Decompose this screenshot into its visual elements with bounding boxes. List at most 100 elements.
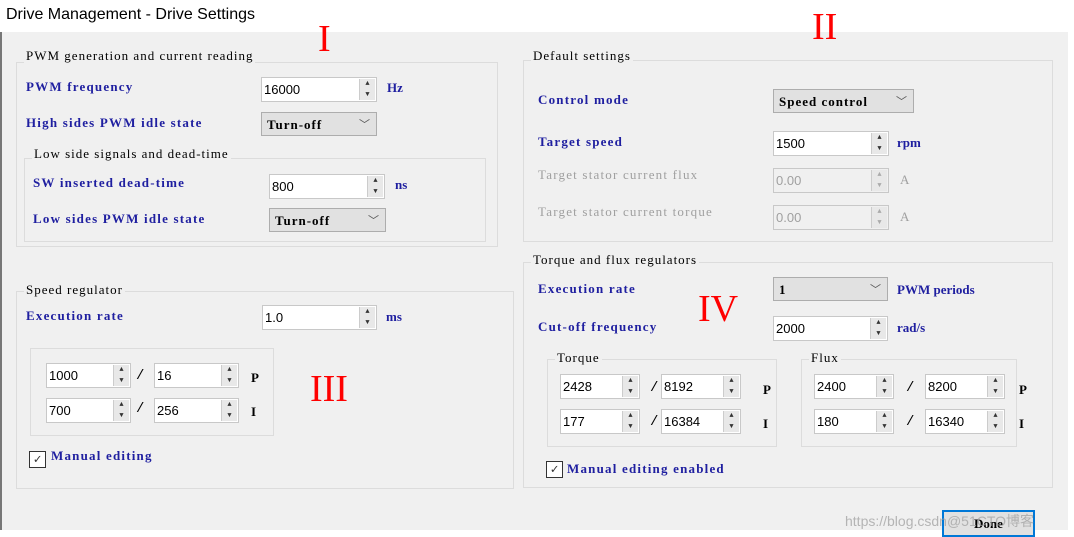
spin-up-icon[interactable]: ▲ (877, 376, 892, 387)
pwm-group-legend: PWM generation and current reading (24, 48, 256, 64)
annotation-three: III (310, 368, 348, 410)
speed-rate-spinbox[interactable]: 1.0 ▲ ▼ (262, 305, 377, 330)
target-speed-unit: rpm (897, 135, 921, 150)
chevron-down-icon: ﹀ (870, 285, 881, 297)
spin-down-icon[interactable]: ▼ (114, 411, 129, 422)
spin-down-icon[interactable]: ▼ (368, 187, 383, 198)
spin-down-icon[interactable]: ▼ (222, 376, 237, 387)
torque-i-numerator[interactable]: 177 ▲ ▼ (560, 409, 640, 434)
cutoff-unit: rad/s (897, 320, 926, 335)
speed-rate-label: Execution rate (26, 308, 125, 323)
slash: / (906, 380, 915, 396)
spin-down-icon[interactable]: ▼ (623, 422, 638, 433)
spin-down-icon[interactable]: ▼ (222, 411, 237, 422)
spin-down-icon[interactable]: ▼ (623, 387, 638, 398)
tf-rate-select[interactable]: 1 ﹀ (773, 277, 888, 301)
spin-up-icon[interactable]: ▲ (988, 376, 1003, 387)
spin-up-icon[interactable]: ▲ (724, 411, 739, 422)
flux-i-numerator[interactable]: 180 ▲ ▼ (814, 409, 894, 434)
spin-up-icon[interactable]: ▲ (871, 318, 886, 329)
dead-time-spinbox[interactable]: 800 ▲ ▼ (269, 174, 385, 199)
torque-p-numerator[interactable]: 2428 ▲ ▼ (560, 374, 640, 399)
bottom-strip (0, 530, 1074, 537)
spin-down-icon[interactable]: ▼ (724, 422, 739, 433)
spin-down-icon[interactable]: ▼ (114, 376, 129, 387)
tf-rate-label: Execution rate (538, 281, 637, 296)
spin-down-icon[interactable]: ▼ (872, 144, 887, 155)
target-torque-label: Target stator current torque (538, 204, 714, 219)
spin-up-icon[interactable]: ▲ (114, 365, 129, 376)
speed-p-numerator[interactable]: 1000 ▲ ▼ (46, 363, 131, 388)
low-side-group-legend: Low side signals and dead-time (32, 146, 231, 162)
spin-up-icon[interactable]: ▲ (872, 133, 887, 144)
tf-manual-checkbox[interactable]: ✓ (546, 461, 563, 478)
speed-manual-label: Manual editing (51, 448, 153, 463)
torque-i-denominator[interactable]: 16384 ▲ ▼ (661, 409, 741, 434)
spin-up-icon[interactable]: ▲ (368, 176, 383, 187)
speed-manual-checkbox[interactable]: ✓ (29, 451, 46, 468)
pwm-frequency-label: PWM frequency (26, 79, 134, 94)
torque-p-denominator[interactable]: 8192 ▲ ▼ (661, 374, 741, 399)
speed-rate-unit: ms (386, 309, 402, 324)
chevron-down-icon: ﹀ (359, 120, 370, 132)
speed-i-denominator[interactable]: 256 ▲ ▼ (154, 398, 239, 423)
speed-regulator-legend: Speed regulator (24, 282, 125, 298)
annotation-one: I (318, 18, 331, 60)
slash: / (136, 368, 145, 384)
target-torque-spinbox: 0.00 ▲ ▼ (773, 205, 889, 230)
pwm-frequency-unit: Hz (387, 80, 403, 95)
speed-p-denominator[interactable]: 16 ▲ ▼ (154, 363, 239, 388)
spin-up-icon[interactable]: ▲ (222, 400, 237, 411)
target-torque-unit: A (900, 209, 910, 224)
annotation-four: IV (698, 288, 739, 330)
slash: / (906, 414, 915, 430)
spin-up-icon[interactable]: ▲ (877, 411, 892, 422)
spin-down-icon[interactable]: ▼ (360, 90, 375, 101)
flux-p-label: P (1019, 382, 1027, 397)
spin-up-icon[interactable]: ▲ (360, 307, 375, 318)
flux-p-denominator[interactable]: 8200 ▲ ▼ (925, 374, 1005, 399)
high-sides-select[interactable]: Turn-off ﹀ (261, 112, 377, 136)
torque-p-label: P (763, 382, 771, 397)
control-mode-select[interactable]: Speed control ﹀ (773, 89, 914, 113)
spin-down-icon[interactable]: ▼ (360, 318, 375, 329)
target-flux-spinbox: 0.00 ▲ ▼ (773, 168, 889, 193)
spin-up-icon[interactable]: ▲ (360, 79, 375, 90)
speed-i-numerator[interactable]: 700 ▲ ▼ (46, 398, 131, 423)
speed-i-label: I (251, 404, 257, 419)
spin-up-icon[interactable]: ▲ (724, 376, 739, 387)
flux-i-denominator[interactable]: 16340 ▲ ▼ (925, 409, 1005, 434)
spin-down-icon[interactable]: ▼ (877, 387, 892, 398)
spin-down-icon: ▼ (877, 182, 882, 190)
spin-up-icon[interactable]: ▲ (988, 411, 1003, 422)
spin-up-icon: ▲ (877, 171, 882, 179)
control-mode-label: Control mode (538, 92, 630, 107)
flux-p-numerator[interactable]: 2400 ▲ ▼ (814, 374, 894, 399)
target-speed-spinbox[interactable]: 1500 ▲ ▼ (773, 131, 889, 156)
flux-legend: Flux (809, 350, 841, 366)
spin-down-icon[interactable]: ▼ (988, 422, 1003, 433)
slash: / (136, 401, 145, 417)
low-sides-select[interactable]: Turn-off ﹀ (269, 208, 386, 232)
spin-down-icon[interactable]: ▼ (724, 387, 739, 398)
spin-up-icon: ▲ (877, 208, 882, 216)
watermark: https://blog.csdn@51CTO博客 (845, 513, 1035, 529)
spin-up-icon[interactable]: ▲ (623, 411, 638, 422)
cutoff-spinbox[interactable]: 2000 ▲ ▼ (773, 316, 888, 341)
high-sides-label: High sides PWM idle state (26, 115, 203, 130)
chevron-down-icon: ﹀ (368, 216, 379, 228)
pwm-frequency-spinbox[interactable]: 16000 ▲ ▼ (261, 77, 377, 102)
cutoff-label: Cut-off frequency (538, 319, 658, 334)
spin-down-icon[interactable]: ▼ (877, 422, 892, 433)
spin-down-icon[interactable]: ▼ (871, 329, 886, 340)
dead-time-unit: ns (395, 177, 408, 192)
target-speed-label: Target speed (538, 134, 624, 149)
low-side-group (24, 158, 486, 242)
spin-up-icon[interactable]: ▲ (114, 400, 129, 411)
target-flux-unit: A (900, 172, 910, 187)
default-settings-legend: Default settings (531, 48, 633, 64)
spin-up-icon[interactable]: ▲ (623, 376, 638, 387)
spin-up-icon[interactable]: ▲ (222, 365, 237, 376)
flux-i-label: I (1019, 416, 1025, 431)
spin-down-icon[interactable]: ▼ (988, 387, 1003, 398)
